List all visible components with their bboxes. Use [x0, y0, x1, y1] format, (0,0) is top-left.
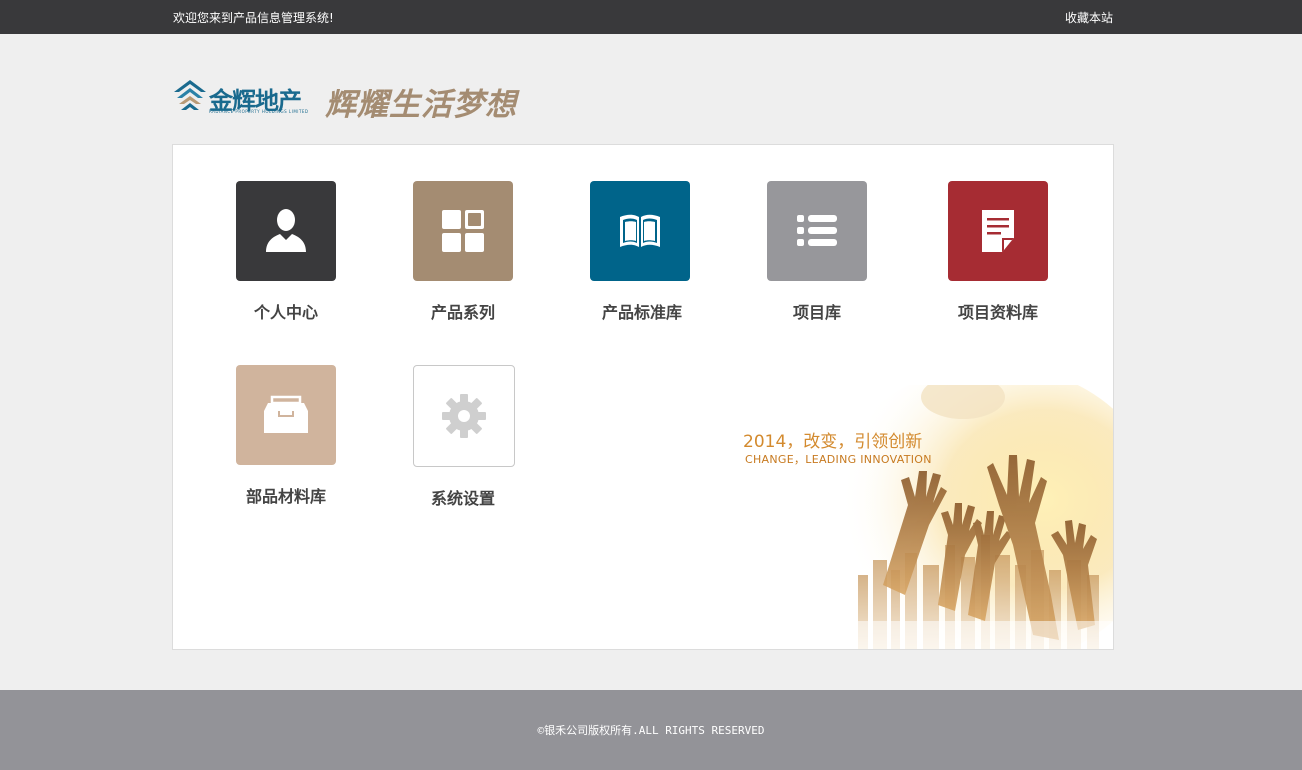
promo-subheadline: CHANGE，LEADING INNOVATION: [745, 453, 932, 466]
tile-label: 产品系列: [430, 303, 495, 322]
tile-icon-box: [413, 365, 515, 467]
user-icon: [266, 209, 306, 252]
archive-box-icon: [264, 395, 308, 433]
logo-mark-icon: [174, 80, 206, 110]
tile-icon-box: [236, 181, 336, 281]
book-icon: [620, 214, 660, 247]
raised-hands-illustration: [733, 385, 1113, 649]
slogan: 辉耀生活梦想: [325, 87, 517, 123]
site-logo[interactable]: 金辉地产 RADIANCE PROPERTY HOLDINGS LIMITED …: [173, 79, 563, 123]
grid-icon: [442, 210, 484, 252]
tile-icon-box: [236, 365, 336, 465]
tile-label: 系统设置: [430, 489, 495, 508]
bookmark-link[interactable]: 收藏本站: [1065, 9, 1113, 26]
tile-icon-box: [590, 181, 690, 281]
promo-headline: 2014，改变，引领创新: [743, 432, 923, 452]
top-bar: 欢迎您来到产品信息管理系统! 收藏本站: [0, 0, 1302, 34]
tile-label: 部品材料库: [245, 487, 326, 506]
tile-icon-box: [767, 181, 867, 281]
brand-subtitle: RADIANCE PROPERTY HOLDINGS LIMITED: [209, 109, 309, 114]
document-icon: [982, 210, 1014, 252]
tile-label: 项目库: [792, 303, 841, 322]
tile-label: 个人中心: [253, 303, 318, 322]
tile-icon-box: [413, 181, 513, 281]
copyright-text: ©银禾公司版权所有.ALL RIGHTS RESERVED: [537, 724, 765, 737]
promo-banner: 2014，改变，引领创新 CHANGE，LEADING INNOVATION: [733, 385, 1113, 649]
footer: ©银禾公司版权所有.ALL RIGHTS RESERVED: [0, 690, 1302, 770]
tile-label: 产品标准库: [601, 303, 682, 322]
tile-icon-box: [948, 181, 1048, 281]
welcome-text: 欢迎您来到产品信息管理系统!: [173, 11, 334, 25]
main-panel: 个人中心 产品系列 产品标准库 项目库 项目资料库 部品材料库 系统设置 201…: [172, 144, 1114, 650]
gear-icon: [442, 394, 486, 438]
tile-label: 项目资料库: [957, 303, 1038, 322]
list-icon: [797, 215, 837, 246]
